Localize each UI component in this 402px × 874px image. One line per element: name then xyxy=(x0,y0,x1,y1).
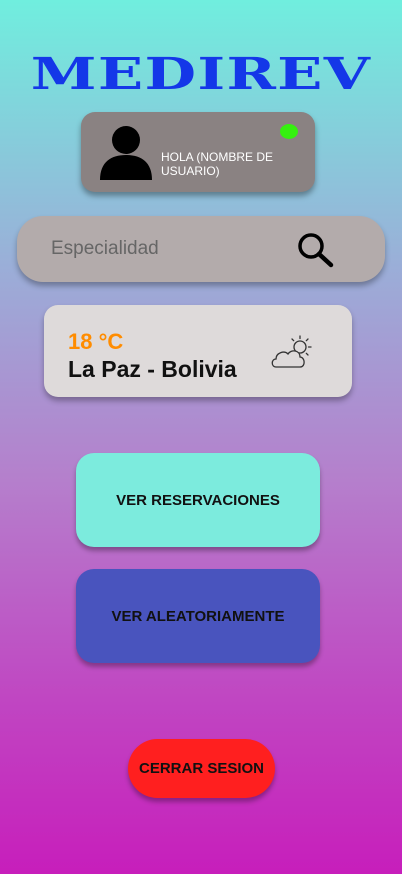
weather-card: 18 °C La Paz - Bolivia xyxy=(44,305,352,397)
app-title: MEDIREV xyxy=(30,49,372,100)
location-label: La Paz - Bolivia xyxy=(68,356,237,382)
temperature-label: 18 °C xyxy=(68,329,124,354)
user-card[interactable]: HOLA (NOMBRE DE USUARIO) xyxy=(81,112,315,192)
search-icon[interactable] xyxy=(296,231,334,269)
view-random-button[interactable]: VER ALEATORIAMENTE xyxy=(76,569,320,663)
partly-cloudy-icon xyxy=(271,335,312,368)
user-greeting: HOLA (NOMBRE DE USUARIO) xyxy=(161,150,274,178)
specialty-search-input[interactable] xyxy=(51,235,271,263)
online-status-indicator xyxy=(280,124,298,139)
search-bar xyxy=(17,216,385,282)
user-silhouette-icon xyxy=(100,126,152,180)
logout-button[interactable]: CERRAR SESION xyxy=(128,739,275,798)
view-reservations-button[interactable]: VER RESERVACIONES xyxy=(76,453,320,547)
